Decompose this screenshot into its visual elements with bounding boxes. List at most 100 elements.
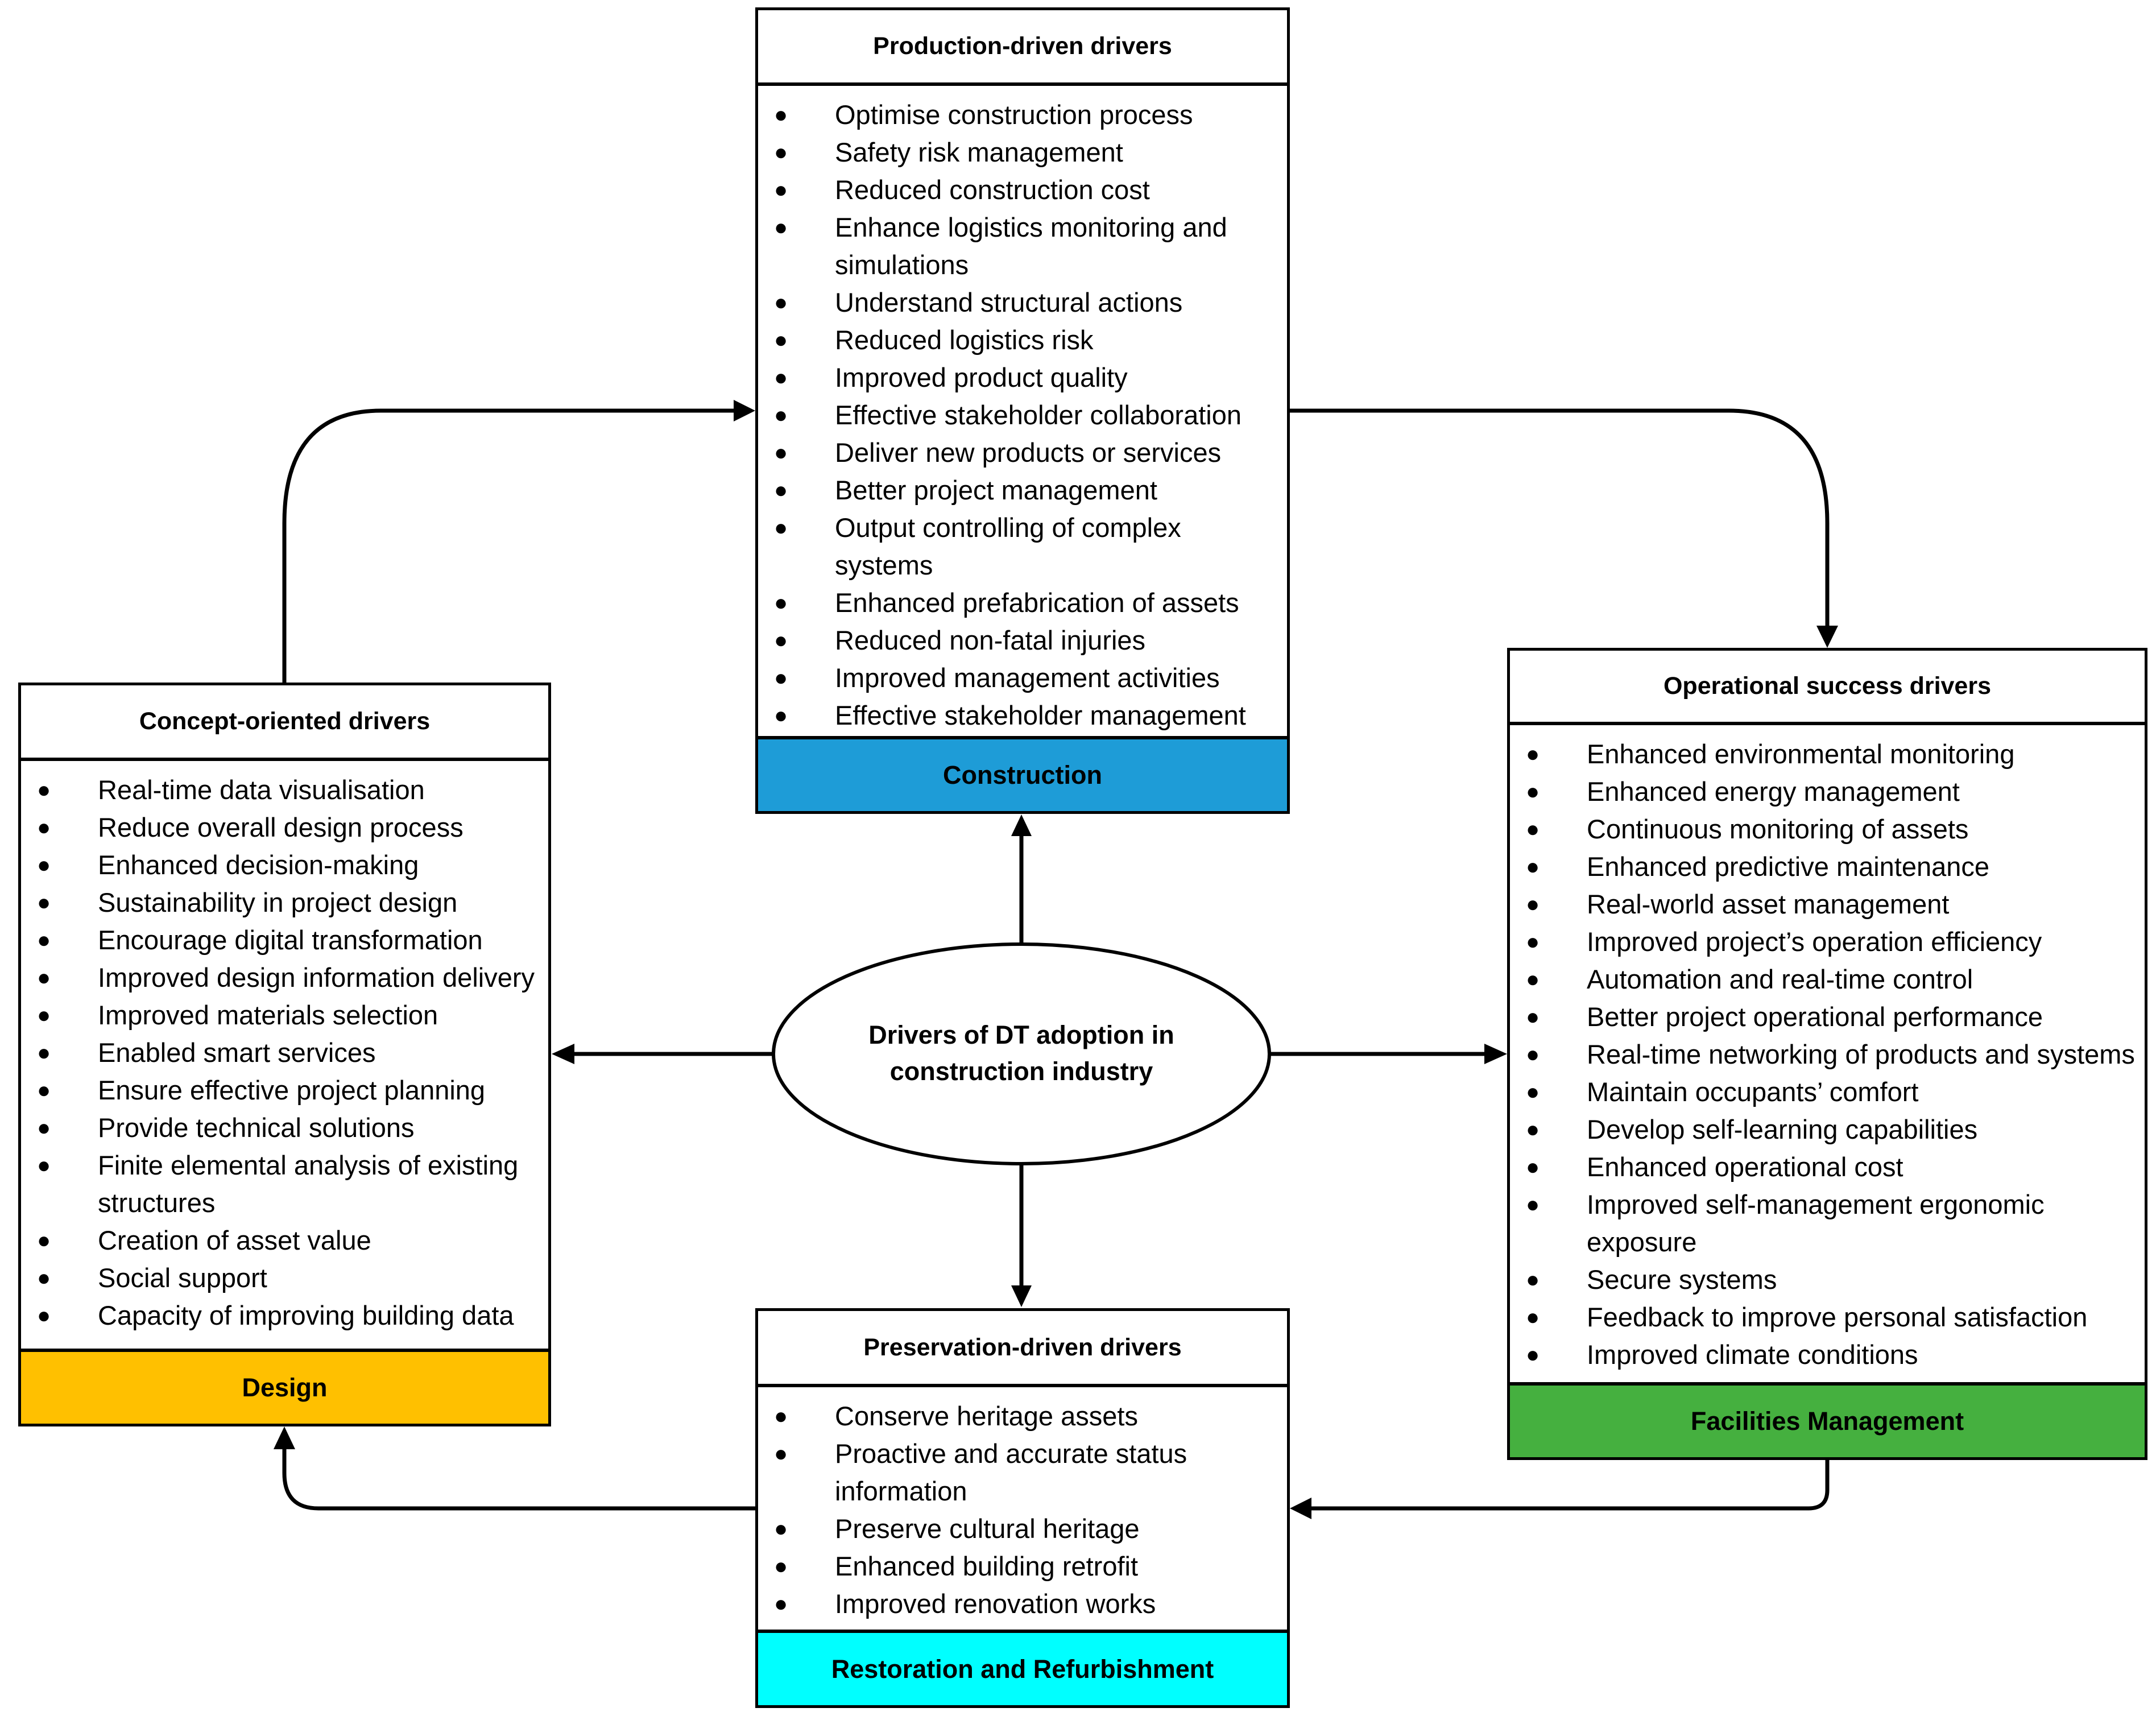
- driver-text: Preserve cultural heritage: [835, 1513, 1140, 1544]
- center-label: Drivers of DT adoption in construction i…: [868, 1020, 1174, 1086]
- phase-label-restoration: Restoration and Refurbishment: [758, 1630, 1287, 1705]
- bullet-icon: ●: [1526, 892, 1540, 917]
- arrowhead-operational: [1484, 1044, 1507, 1064]
- arrowhead-operational-top: [1816, 626, 1838, 648]
- driver-text: Sustainability in project design: [98, 887, 458, 917]
- bullet-icon: ●: [774, 590, 788, 615]
- driver-text: Develop self-learning capabilities: [1587, 1114, 1978, 1144]
- bullet-icon: ●: [37, 965, 51, 990]
- driver-item: ● Enhanced environmental monitoring: [1521, 735, 2137, 773]
- driver-item: ● Reduced logistics risk: [769, 321, 1279, 359]
- driver-text: Maintain occupants’ comfort: [1587, 1077, 1919, 1107]
- driver-text: Improved materials selection: [98, 1000, 438, 1030]
- driver-text: Real-world asset management: [1587, 889, 1950, 919]
- bullet-icon: ●: [37, 1078, 51, 1103]
- driver-text: Enhanced energy management: [1587, 776, 1960, 807]
- driver-text: Enhanced prefabrication of assets: [835, 588, 1239, 618]
- bullet-icon: ●: [37, 778, 51, 803]
- driver-item: ● Enhanced energy management: [1521, 773, 2137, 810]
- center-node: Drivers of DT adoption in construction i…: [773, 943, 1270, 1164]
- driver-text: Improved project’s operation efficiency: [1587, 927, 2042, 957]
- driver-item: ● Real-time data visualisation: [32, 771, 540, 809]
- bullet-icon: ●: [774, 365, 788, 390]
- driver-item: ● Provide technical solutions: [32, 1109, 540, 1147]
- bullet-icon: ●: [1526, 1080, 1540, 1105]
- arrow-concept-to-production: [282, 408, 734, 683]
- driver-text: Automation and real-time control: [1587, 964, 1973, 994]
- driver-text: Proactive and accurate status informatio…: [835, 1438, 1187, 1506]
- box-title: Operational success drivers: [1510, 651, 2145, 725]
- driver-list: ● Real-time data visualisation ● Reduce ove…: [32, 771, 540, 1334]
- driver-text: Enabled smart services: [98, 1037, 376, 1068]
- driver-text: Improved climate conditions: [1587, 1339, 1918, 1370]
- driver-text: Continuous monitoring of assets: [1587, 814, 1969, 844]
- bullet-icon: ●: [1526, 742, 1540, 767]
- driver-item: ● Reduced construction cost: [769, 171, 1279, 209]
- bullet-icon: ●: [774, 1441, 788, 1466]
- driver-text: Optimise construction process: [835, 100, 1193, 130]
- bullet-icon: ●: [37, 1153, 51, 1178]
- bullet-icon: ●: [774, 665, 788, 690]
- driver-list: ● Conserve heritage assets ● Proactive and …: [769, 1397, 1279, 1623]
- bullet-icon: ●: [37, 853, 51, 878]
- driver-item: ● Social support: [32, 1259, 540, 1297]
- bullet-icon: ●: [774, 403, 788, 428]
- driver-item: ● Preserve cultural heritage: [769, 1510, 1279, 1548]
- driver-text: Output controlling of complex systems: [835, 512, 1181, 580]
- bullet-icon: ●: [1526, 854, 1540, 879]
- driver-text: Feedback to improve personal satisfactio…: [1587, 1302, 2088, 1332]
- driver-text: Enhanced building retrofit: [835, 1551, 1139, 1581]
- bullet-icon: ●: [774, 177, 788, 202]
- box-title: Production-driven drivers: [758, 10, 1287, 86]
- bullet-icon: ●: [774, 290, 788, 315]
- bullet-icon: ●: [1526, 779, 1540, 804]
- driver-text: Effective stakeholder management: [835, 700, 1246, 730]
- box-body: ● Enhanced environmental monitoring ● Enhan…: [1510, 725, 2145, 1382]
- bullet-icon: ●: [1526, 929, 1540, 954]
- driver-item: ● Ensure effective project planning: [32, 1072, 540, 1109]
- box-title: Preservation-driven drivers: [758, 1311, 1287, 1387]
- bullet-icon: ●: [37, 890, 51, 915]
- driver-text: Understand structural actions: [835, 287, 1183, 317]
- driver-list: ● Optimise construction process ● Safety ri…: [769, 96, 1279, 734]
- operational-success-box: Operational success drivers ● Enhanced en…: [1507, 648, 2147, 1460]
- driver-text: Capacity of improving building data: [98, 1300, 514, 1330]
- production-driven-box: Production-driven drivers ● Optimise cons…: [755, 7, 1290, 814]
- bullet-icon: ●: [37, 1040, 51, 1065]
- driver-text: Improved self-management ergonomic expos…: [1587, 1189, 2045, 1257]
- driver-item: ● Output controlling of complex systems: [769, 509, 1279, 584]
- driver-item: ● Improved climate conditions: [1521, 1336, 2137, 1374]
- driver-item: ● Conserve heritage assets: [769, 1397, 1279, 1435]
- driver-item: ● Enhance logistics monitoring and simula…: [769, 209, 1279, 284]
- bullet-icon: ●: [774, 478, 788, 503]
- bullet-icon: ●: [37, 928, 51, 953]
- driver-text: Enhanced operational cost: [1587, 1152, 1903, 1182]
- driver-text: Secure systems: [1587, 1264, 1777, 1295]
- bullet-icon: ●: [1526, 1192, 1540, 1217]
- driver-item: ● Improved design information delivery: [32, 959, 540, 996]
- bullet-icon: ●: [37, 1003, 51, 1028]
- driver-text: Enhanced environmental monitoring: [1587, 739, 2015, 769]
- bullet-icon: ●: [37, 1115, 51, 1140]
- driver-text: Improved management activities: [835, 663, 1220, 693]
- bullet-icon: ●: [1526, 1004, 1540, 1029]
- driver-item: ● Improved materials selection: [32, 996, 540, 1034]
- driver-text: Improved design information delivery: [98, 962, 535, 993]
- bullet-icon: ●: [37, 1266, 51, 1291]
- bullet-icon: ●: [1526, 1342, 1540, 1367]
- driver-item: ● Improved management activities: [769, 659, 1279, 697]
- bullet-icon: ●: [774, 1554, 788, 1579]
- driver-text: Real-time networking of products and sys…: [1587, 1039, 2135, 1069]
- bullet-icon: ●: [774, 102, 788, 127]
- driver-item: ● Sustainability in project design: [32, 884, 540, 921]
- bullet-icon: ●: [774, 140, 788, 165]
- bullet-icon: ●: [774, 1516, 788, 1541]
- driver-item: ● Real-time networking of products and sy…: [1521, 1036, 2137, 1073]
- driver-text: Enhanced predictive maintenance: [1587, 851, 1990, 882]
- driver-item: ● Improved renovation works: [769, 1585, 1279, 1623]
- phase-label-facilities-management: Facilities Management: [1510, 1382, 2145, 1457]
- driver-text: Reduced non-fatal injuries: [835, 625, 1146, 655]
- driver-item: ● Optimise construction process: [769, 96, 1279, 134]
- phase-label-construction: Construction: [758, 736, 1287, 811]
- bullet-icon: ●: [1526, 1305, 1540, 1330]
